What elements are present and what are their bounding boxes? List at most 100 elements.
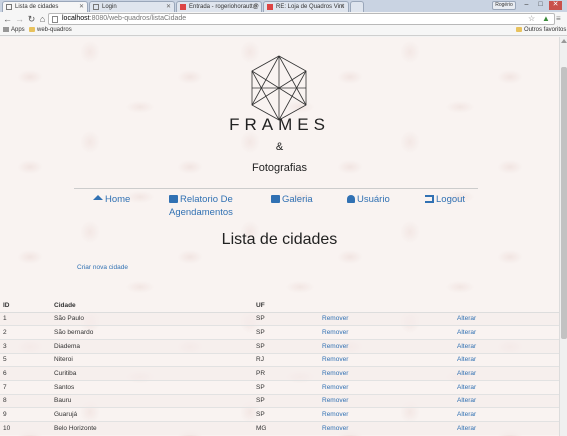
remove-link[interactable]: Remover bbox=[319, 338, 454, 354]
nav-usuario-label: Usuário bbox=[357, 194, 390, 205]
cell-city: São bernardo bbox=[51, 325, 253, 340]
brand-ampersand: & bbox=[275, 141, 284, 153]
bookmark-label: Apps bbox=[11, 27, 25, 33]
edit-link[interactable]: Alterar bbox=[454, 366, 559, 381]
drive-extension-icon[interactable]: ▲ bbox=[542, 13, 550, 24]
frames-logo-icon bbox=[251, 55, 307, 121]
close-icon[interactable]: ✕ bbox=[340, 2, 345, 12]
cell-uf: MG bbox=[253, 421, 319, 436]
cell-city: Bauru bbox=[51, 393, 253, 408]
picture-icon bbox=[271, 195, 280, 203]
close-icon[interactable]: ✕ bbox=[166, 2, 171, 12]
reload-icon[interactable]: ↻ bbox=[26, 13, 37, 25]
table-row: 8 Bauru SP Remover Alterar bbox=[0, 393, 559, 408]
maximize-icon[interactable]: □ bbox=[534, 1, 547, 10]
nav-usuario[interactable]: Usuário bbox=[347, 193, 390, 206]
nav-relatorio-label: Relatorio De bbox=[180, 194, 233, 205]
table-row: 1 São Paulo SP Remover Alterar bbox=[0, 311, 559, 326]
remove-link[interactable]: Remover bbox=[319, 311, 454, 326]
table-row: 6 Curitiba PR Remover Alterar bbox=[0, 366, 559, 381]
edit-link[interactable]: Alterar bbox=[454, 311, 559, 326]
column-header-id: ID bbox=[0, 299, 51, 313]
scroll-up-arrow-icon[interactable] bbox=[561, 39, 567, 43]
nav-relatorio-label-line2: Agendamentos bbox=[169, 207, 233, 218]
create-city-link[interactable]: Criar nova cidade bbox=[77, 264, 128, 271]
nav-galeria[interactable]: Galeria bbox=[271, 193, 313, 206]
folder-icon bbox=[516, 26, 522, 32]
forward-icon[interactable]: → bbox=[14, 13, 25, 25]
home-icon[interactable]: ⌂ bbox=[37, 13, 48, 25]
nav-home[interactable]: Home bbox=[93, 193, 130, 206]
cell-city: Guarujá bbox=[51, 407, 253, 422]
remove-link[interactable]: Remover bbox=[319, 421, 454, 436]
minimize-icon[interactable]: – bbox=[520, 1, 533, 10]
edit-link[interactable]: Alterar bbox=[454, 352, 559, 367]
edit-link[interactable]: Alterar bbox=[454, 421, 559, 436]
profile-button[interactable]: Rogério bbox=[492, 1, 516, 10]
bookmark-other-favorites[interactable]: Outros favoritos bbox=[516, 26, 566, 35]
tab-title: Lista de cidades bbox=[15, 4, 59, 10]
cell-uf: SP bbox=[253, 338, 319, 354]
nav-logout-label: Logout bbox=[436, 194, 466, 205]
url-host: localhost bbox=[62, 15, 90, 22]
remove-link[interactable]: Remover bbox=[319, 352, 454, 367]
cell-id: 8 bbox=[0, 393, 51, 408]
scrollbar-thumb[interactable] bbox=[561, 67, 567, 339]
window-close-icon[interactable]: ✕ bbox=[549, 1, 562, 10]
table-row: 7 Santos SP Remover Alterar bbox=[0, 379, 559, 395]
url-path: :8080/web-quadros/listaCidade bbox=[89, 15, 187, 22]
user-icon bbox=[347, 195, 355, 203]
cell-id: 2 bbox=[0, 325, 51, 340]
remove-link[interactable]: Remover bbox=[319, 366, 454, 381]
new-tab-button[interactable] bbox=[350, 1, 364, 12]
cell-city: Santos bbox=[51, 379, 253, 395]
column-header-edit bbox=[454, 299, 559, 313]
back-icon[interactable]: ← bbox=[2, 13, 13, 25]
tab-gmail-entrada[interactable]: Entrada - rogeriohorautt@ ✕ bbox=[176, 1, 262, 12]
edit-link[interactable]: Alterar bbox=[454, 393, 559, 408]
column-header-city: Cidade bbox=[51, 299, 253, 313]
close-icon[interactable]: ✕ bbox=[253, 2, 258, 12]
address-bar[interactable]: localhost:8080/web-quadros/listaCidade ☆ bbox=[48, 13, 555, 25]
tab-login[interactable]: Login ✕ bbox=[89, 1, 175, 12]
url-text[interactable]: localhost:8080/web-quadros/listaCidade bbox=[62, 14, 186, 24]
table-row: 2 São bernardo SP Remover Alterar bbox=[0, 325, 559, 340]
nav-logout[interactable]: Logout bbox=[425, 193, 465, 206]
cell-id: 5 bbox=[0, 352, 51, 367]
remove-link[interactable]: Remover bbox=[319, 407, 454, 422]
edit-link[interactable]: Alterar bbox=[454, 338, 559, 354]
tab-gmail-re-loja[interactable]: RE: Loja de Quadros Vint ✕ bbox=[263, 1, 349, 12]
page-title: Lista de cidades bbox=[221, 231, 338, 248]
cell-uf: SP bbox=[253, 325, 319, 340]
edit-link[interactable]: Alterar bbox=[454, 325, 559, 340]
picture-icon bbox=[169, 195, 178, 203]
tab-lista-de-cidades[interactable]: Lista de cidades ✕ bbox=[2, 1, 88, 12]
cell-id: 6 bbox=[0, 366, 51, 381]
bookmark-star-icon[interactable]: ☆ bbox=[528, 13, 535, 24]
tab-title: Login bbox=[102, 4, 117, 10]
bookmark-folder-web-quadros[interactable]: web-quadros bbox=[29, 26, 72, 35]
page-favicon-icon bbox=[93, 4, 99, 10]
bookmark-apps[interactable]: Apps bbox=[3, 26, 25, 35]
edit-link[interactable]: Alterar bbox=[454, 407, 559, 422]
page-info-icon[interactable] bbox=[52, 16, 58, 23]
menu-icon[interactable]: ≡ bbox=[556, 13, 561, 24]
vertical-scrollbar[interactable] bbox=[559, 37, 567, 436]
home-icon bbox=[93, 195, 103, 200]
cell-uf: RJ bbox=[253, 352, 319, 367]
remove-link[interactable]: Remover bbox=[319, 379, 454, 395]
cell-city: Niteroi bbox=[51, 352, 253, 367]
table-row: 5 Niteroi RJ Remover Alterar bbox=[0, 352, 559, 367]
bookmarks-bar: Apps web-quadros Outros favoritos bbox=[0, 26, 567, 36]
bookmark-label: web-quadros bbox=[37, 27, 72, 33]
nav-relatorio-agendamentos[interactable]: Relatorio De Agendamentos bbox=[169, 193, 233, 219]
gmail-icon bbox=[180, 4, 186, 10]
remove-link[interactable]: Remover bbox=[319, 325, 454, 340]
table-row: 3 Diadema SP Remover Alterar bbox=[0, 338, 559, 354]
gmail-icon bbox=[267, 4, 273, 10]
remove-link[interactable]: Remover bbox=[319, 393, 454, 408]
close-icon[interactable]: ✕ bbox=[79, 2, 84, 12]
cell-uf: PR bbox=[253, 366, 319, 381]
edit-link[interactable]: Alterar bbox=[454, 379, 559, 395]
table-header-row: ID Cidade UF bbox=[0, 299, 559, 313]
